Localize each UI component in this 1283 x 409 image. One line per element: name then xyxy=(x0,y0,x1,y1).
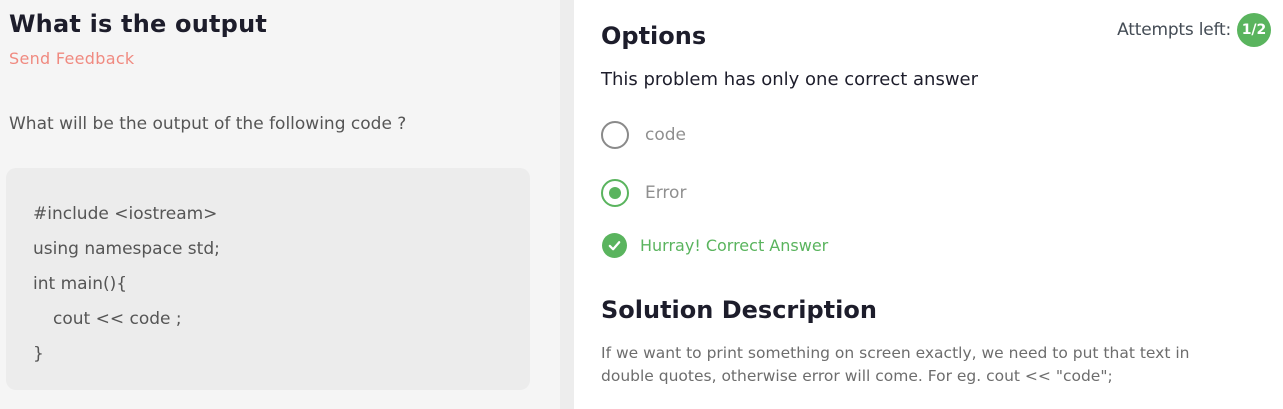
options-title: Options xyxy=(601,22,707,50)
option-label: code xyxy=(645,125,686,145)
radio-button-selected[interactable] xyxy=(601,179,629,207)
attempts-indicator: Attempts left: 1/2 xyxy=(1117,13,1271,47)
options-panel: Options Attempts left: 1/2 This problem … xyxy=(574,0,1283,409)
code-line: using namespace std; xyxy=(33,239,220,259)
result-message: Hurray! Correct Answer xyxy=(602,233,828,258)
solution-title: Solution Description xyxy=(601,296,877,324)
question-panel: What is the output Send Feedback What wi… xyxy=(0,0,560,409)
option-code[interactable]: code xyxy=(601,121,686,149)
code-line: int main(){ xyxy=(33,274,128,294)
option-error[interactable]: Error xyxy=(601,179,686,207)
code-line: cout << code ; xyxy=(53,309,182,329)
answer-instruction: This problem has only one correct answer xyxy=(601,69,979,90)
code-line: } xyxy=(33,344,44,364)
question-title: What is the output xyxy=(9,10,268,38)
question-text: What will be the output of the following… xyxy=(9,114,407,134)
solution-text: If we want to print something on screen … xyxy=(601,344,1190,385)
check-circle-icon xyxy=(602,233,627,258)
option-label: Error xyxy=(645,183,687,203)
attempts-badge: 1/2 xyxy=(1237,13,1271,47)
code-line: #include <iostream> xyxy=(33,204,218,224)
code-block: #include <iostream> using namespace std;… xyxy=(6,168,530,390)
attempts-label: Attempts left: xyxy=(1117,20,1231,40)
result-text: Hurray! Correct Answer xyxy=(640,236,829,255)
panel-divider[interactable] xyxy=(560,0,574,409)
send-feedback-link[interactable]: Send Feedback xyxy=(9,49,134,68)
radio-button-unselected[interactable] xyxy=(601,121,629,149)
